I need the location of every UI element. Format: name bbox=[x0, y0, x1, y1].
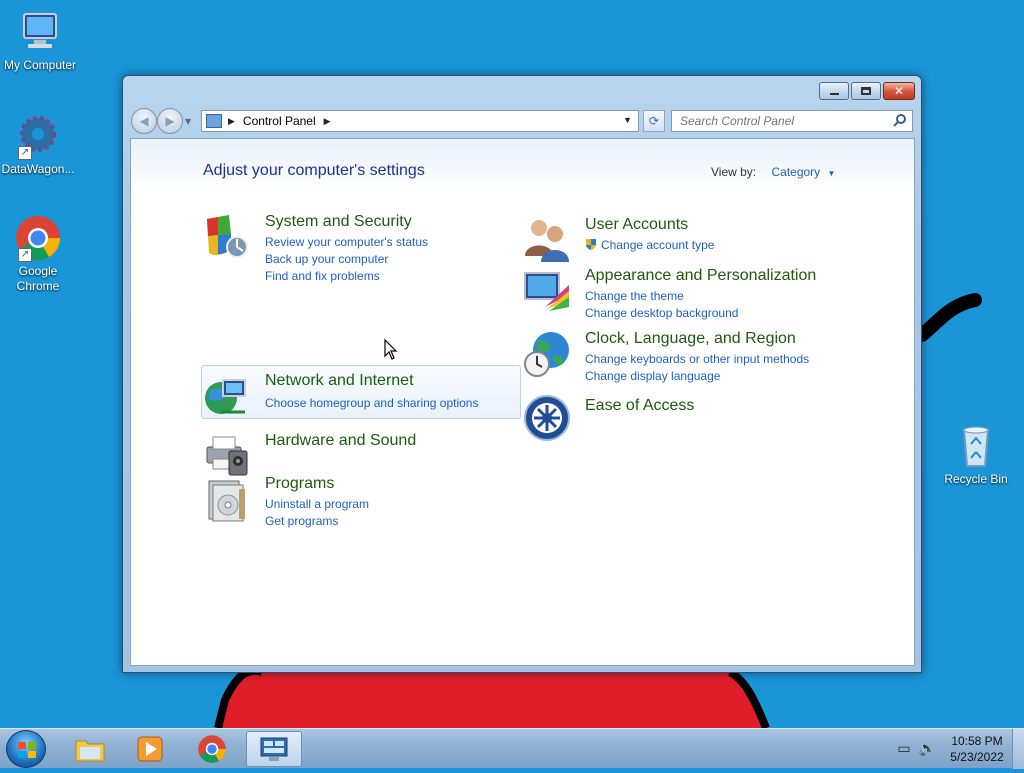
printer-speaker-icon[interactable] bbox=[203, 429, 251, 477]
search-icon[interactable] bbox=[893, 113, 907, 127]
taskbar-control-panel[interactable] bbox=[246, 731, 302, 767]
refresh-icon: ⟳ bbox=[648, 114, 660, 128]
category-title-clock-language-region[interactable]: Clock, Language, and Region bbox=[585, 330, 796, 348]
link-change-display-language[interactable]: Change display language bbox=[585, 369, 720, 383]
link-change-account-type-label: Change account type bbox=[601, 238, 715, 252]
desktop-icon-label: Google Chrome bbox=[16, 264, 60, 293]
recent-pages-dropdown[interactable]: ▼ bbox=[185, 117, 191, 134]
users-icon[interactable] bbox=[523, 216, 571, 264]
mouse-cursor-icon bbox=[384, 339, 398, 360]
gear-icon: ↗ bbox=[14, 112, 62, 160]
desktop-icon-label: My Computer bbox=[3, 58, 77, 72]
search-input[interactable] bbox=[678, 113, 888, 129]
desktop-icon-recycle-bin[interactable]: Recycle Bin bbox=[936, 422, 1016, 487]
folder-icon bbox=[75, 740, 105, 762]
desktop-icon-my-computer[interactable]: My Computer bbox=[0, 8, 80, 73]
category-title-network-and-internet[interactable]: Network and Internet bbox=[265, 372, 414, 390]
control-panel-icon bbox=[260, 737, 288, 761]
address-dropdown-icon[interactable]: ▼ bbox=[623, 115, 632, 125]
arrow-left-icon: ◀ bbox=[139, 114, 149, 128]
link-change-account-type[interactable]: Change account type bbox=[585, 238, 714, 252]
close-icon: ✕ bbox=[893, 84, 905, 98]
link-change-background[interactable]: Change desktop background bbox=[585, 306, 738, 320]
category-title-user-accounts[interactable]: User Accounts bbox=[585, 216, 688, 234]
clock[interactable]: 10:58 PM 5/23/2022 bbox=[942, 733, 1012, 765]
minimize-button[interactable] bbox=[819, 82, 849, 100]
control-panel-window[interactable]: ✕ ◀ ▶ ▼ ▶ Control Panel ▶ ▼ ⟳ Adjust you… bbox=[122, 75, 922, 673]
ease-of-access-icon[interactable] bbox=[523, 394, 571, 442]
uac-shield-icon bbox=[586, 239, 596, 250]
page-title: Adjust your computer's settings bbox=[203, 162, 425, 179]
breadcrumb-arrow-icon[interactable]: ▶ bbox=[228, 116, 235, 127]
refresh-button[interactable]: ⟳ bbox=[643, 110, 665, 132]
maximize-button[interactable] bbox=[851, 82, 881, 100]
control-panel-icon bbox=[206, 114, 222, 128]
chrome-icon bbox=[198, 735, 226, 763]
link-change-keyboards[interactable]: Change keyboards or other input methods bbox=[585, 352, 809, 366]
system-tray: ▭ 🔈 10:58 PM 5/23/2022 bbox=[897, 729, 1024, 769]
category-title-ease-of-access[interactable]: Ease of Access bbox=[585, 397, 694, 415]
appearance-monitor-icon[interactable] bbox=[523, 267, 571, 315]
back-button[interactable]: ◀ bbox=[131, 108, 157, 134]
desktop-icon-label: DataWagon... bbox=[1, 162, 75, 176]
programs-box-icon[interactable] bbox=[203, 475, 251, 523]
category-title-appearance[interactable]: Appearance and Personalization bbox=[585, 267, 816, 285]
chevron-down-icon[interactable]: ▼ bbox=[828, 169, 836, 178]
restore-icon bbox=[861, 87, 871, 95]
link-get-programs[interactable]: Get programs bbox=[265, 514, 338, 528]
view-by-dropdown[interactable]: Category bbox=[771, 165, 820, 179]
link-find-fix-problems[interactable]: Find and fix problems bbox=[265, 269, 380, 283]
link-back-up[interactable]: Back up your computer bbox=[265, 252, 388, 266]
link-uninstall-program[interactable]: Uninstall a program bbox=[265, 497, 369, 511]
search-box[interactable] bbox=[671, 110, 913, 132]
shortcut-arrow-icon: ↗ bbox=[18, 146, 32, 160]
taskbar: ▭ 🔈 10:58 PM 5/23/2022 bbox=[0, 728, 1024, 769]
taskbar-chrome[interactable] bbox=[184, 731, 240, 767]
volume-icon[interactable]: 🔈 bbox=[919, 741, 936, 757]
security-shield-icon[interactable] bbox=[203, 213, 251, 261]
desktop-icon-label: Recycle Bin bbox=[944, 472, 1008, 486]
network-icon[interactable]: ▭ bbox=[897, 741, 910, 757]
link-change-theme[interactable]: Change the theme bbox=[585, 289, 684, 303]
network-globe-icon[interactable] bbox=[203, 372, 251, 420]
breadcrumb-arrow-icon[interactable]: ▶ bbox=[324, 116, 331, 127]
close-button[interactable]: ✕ bbox=[883, 82, 915, 100]
control-panel-content: Adjust your computer's settings View by:… bbox=[130, 138, 915, 666]
forward-button[interactable]: ▶ bbox=[157, 108, 183, 134]
clock-time: 10:58 PM bbox=[951, 734, 1003, 748]
category-title-programs[interactable]: Programs bbox=[265, 475, 334, 493]
show-desktop-button[interactable] bbox=[1012, 729, 1024, 769]
category-title-system-and-security[interactable]: System and Security bbox=[265, 213, 412, 231]
minimize-icon bbox=[829, 93, 839, 95]
desktop-icon-google-chrome[interactable]: ↗ Google Chrome bbox=[0, 214, 78, 294]
clock-date: 5/23/2022 bbox=[950, 750, 1004, 764]
address-bar[interactable]: ▶ Control Panel ▶ ▼ bbox=[201, 110, 639, 132]
window-controls: ✕ bbox=[819, 82, 915, 100]
recycle-bin-icon bbox=[952, 422, 1000, 470]
clock-globe-icon[interactable] bbox=[523, 330, 571, 378]
breadcrumb-control-panel[interactable]: Control Panel bbox=[243, 114, 316, 128]
category-title-hardware-and-sound[interactable]: Hardware and Sound bbox=[265, 432, 416, 450]
windows-logo-icon bbox=[18, 742, 36, 758]
shortcut-arrow-icon: ↗ bbox=[18, 248, 32, 262]
navigation-bar: ◀ ▶ ▼ ▶ Control Panel ▶ ▼ ⟳ bbox=[131, 106, 915, 134]
link-homegroup-sharing[interactable]: Choose homegroup and sharing options bbox=[265, 396, 478, 410]
arrow-right-icon: ▶ bbox=[165, 114, 175, 128]
view-by-label: View by: bbox=[711, 165, 757, 179]
taskbar-media-player[interactable] bbox=[122, 731, 178, 767]
media-player-icon bbox=[137, 736, 163, 762]
taskbar-explorer[interactable] bbox=[62, 731, 118, 767]
start-button[interactable] bbox=[6, 730, 46, 768]
chrome-icon: ↗ bbox=[14, 214, 62, 262]
view-by: View by: Category ▼ bbox=[711, 165, 835, 179]
desktop-icon-datawagon[interactable]: ↗ DataWagon... bbox=[0, 112, 78, 177]
computer-icon bbox=[16, 8, 64, 56]
link-review-status[interactable]: Review your computer's status bbox=[265, 235, 428, 249]
